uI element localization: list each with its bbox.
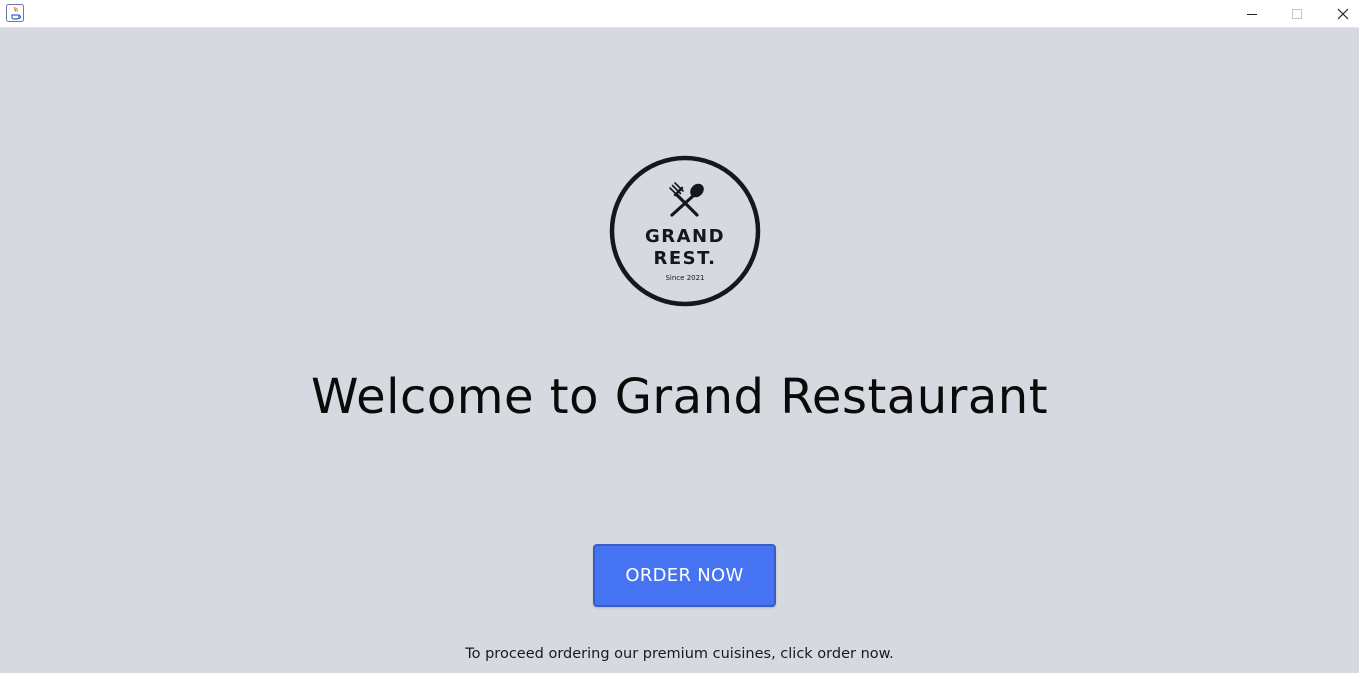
fork-spoon-icon (669, 182, 704, 217)
logo-since: Since 2021 (665, 274, 704, 282)
close-icon (1337, 8, 1349, 20)
title-bar[interactable] (0, 0, 1359, 28)
welcome-heading: Welcome to Grand Restaurant (310, 369, 1049, 425)
minimize-icon (1247, 14, 1257, 15)
maximize-button[interactable] (1274, 0, 1320, 28)
maximize-icon (1292, 9, 1302, 19)
order-hint-text: To proceed ordering our premium cuisines… (465, 646, 894, 662)
minimize-button[interactable] (1229, 0, 1275, 28)
app-window: GRAND REST. Since 2021 Welcome to Grand … (0, 0, 1359, 673)
order-now-button[interactable]: ORDER NOW (593, 544, 776, 607)
close-button[interactable] (1320, 0, 1359, 28)
logo-line-rest: REST. (653, 248, 716, 269)
logo-line-grand: GRAND (645, 226, 725, 247)
restaurant-logo: GRAND REST. Since 2021 (609, 155, 761, 307)
java-app-icon[interactable] (5, 3, 25, 23)
